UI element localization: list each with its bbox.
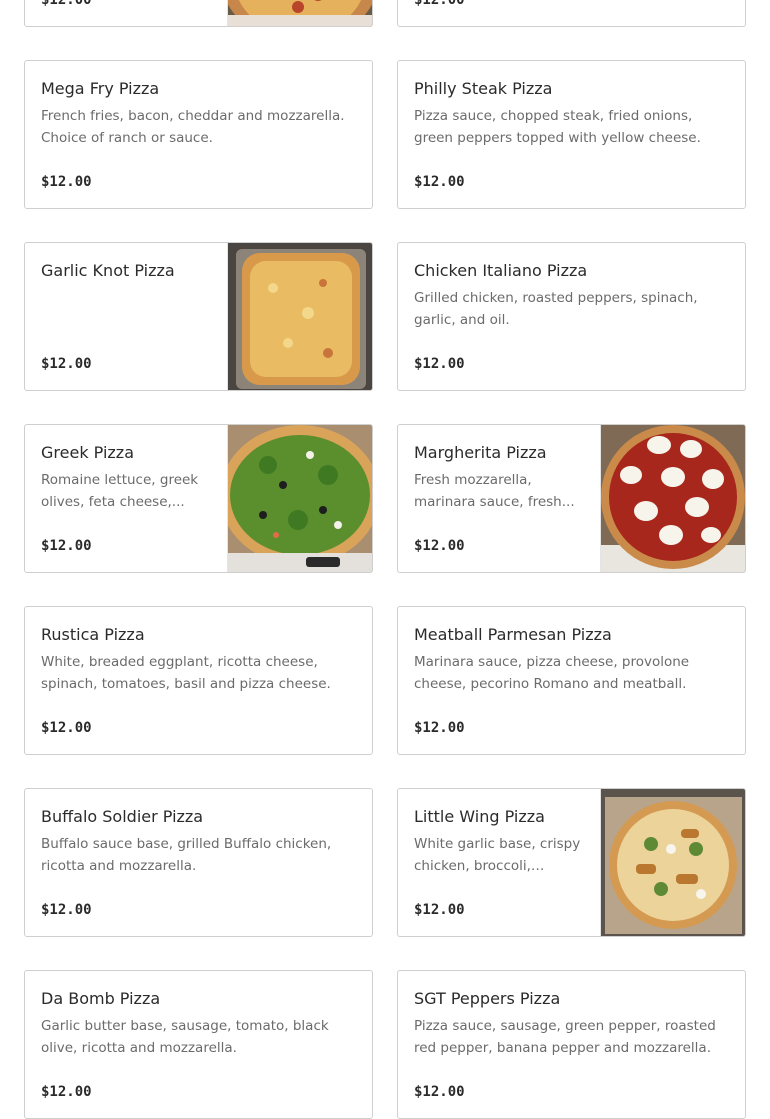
menu-item-description: White, breaded eggplant, ricotta cheese,… [41, 654, 331, 692]
menu-item-price: $12.00 [41, 0, 92, 8]
menu-item-name: SGT Peppers Pizza [414, 989, 561, 1008]
menu-item-card[interactable]: $12.00 [24, 0, 373, 27]
little-wing-pizza-photo [600, 789, 745, 936]
menu-item-description: Pizza sauce, chopped steak, fried onions… [414, 108, 701, 146]
menu-item-price: $12.00 [41, 356, 92, 372]
menu-item-price: $12.00 [414, 0, 465, 8]
menu-item-card[interactable]: Little Wing Pizza White garlic base, cri… [397, 788, 746, 937]
margherita-pizza-photo [600, 425, 745, 572]
menu-item-price: $12.00 [414, 356, 465, 372]
menu-item-price: $12.00 [41, 902, 92, 918]
menu-item-card[interactable]: $12.00 [397, 0, 746, 27]
menu-item-price: $12.00 [414, 174, 465, 190]
menu-item-name: Da Bomb Pizza [41, 989, 161, 1008]
menu-item-price: $12.00 [41, 720, 92, 736]
menu-item-name: Garlic Knot Pizza [41, 261, 175, 280]
menu-item-description: Buffalo sauce base, grilled Buffalo chic… [41, 836, 332, 874]
menu-item-card[interactable]: Chicken Italiano Pizza Grilled chicken, … [397, 242, 746, 391]
menu-item-name: Meatball Parmesan Pizza [414, 625, 612, 644]
menu-item-card[interactable]: Rustica Pizza White, breaded eggplant, r… [24, 606, 373, 755]
menu-item-price: $12.00 [414, 902, 465, 918]
menu-item-description: Grilled chicken, roasted peppers, spinac… [414, 290, 698, 328]
menu-item-name: Greek Pizza [41, 443, 135, 462]
menu-item-card[interactable]: Mega Fry Pizza French fries, bacon, ched… [24, 60, 373, 209]
menu-item-name: Rustica Pizza [41, 625, 145, 644]
menu-item-card[interactable]: Da Bomb Pizza Garlic butter base, sausag… [24, 970, 373, 1119]
menu-item-name: Mega Fry Pizza [41, 79, 160, 98]
menu-item-description: French fries, bacon, cheddar and mozzare… [41, 108, 345, 146]
menu-item-price: $12.00 [41, 538, 92, 554]
menu-item-price: $12.00 [41, 1084, 92, 1100]
garlic-knot-pizza-photo [227, 243, 372, 390]
menu-item-price: $12.00 [41, 174, 92, 190]
menu-item-description: Romaine lettuce, greek olives, feta chee… [41, 472, 199, 510]
menu-item-description: Marinara sauce, pizza cheese, provolone … [414, 654, 690, 692]
menu-item-description: Garlic butter base, sausage, tomato, bla… [41, 1018, 329, 1056]
menu-item-card[interactable]: Buffalo Soldier Pizza Buffalo sauce base… [24, 788, 373, 937]
menu-item-card[interactable]: Philly Steak Pizza Pizza sauce, chopped … [397, 60, 746, 209]
menu-item-name: Philly Steak Pizza [414, 79, 553, 98]
menu-item-card[interactable]: Meatball Parmesan Pizza Marinara sauce, … [397, 606, 746, 755]
menu-item-price: $12.00 [414, 1084, 465, 1100]
menu-item-name: Little Wing Pizza [414, 807, 545, 826]
menu-item-description: Fresh mozzarella, marinara sauce, fresh.… [414, 472, 575, 510]
menu-item-price: $12.00 [414, 538, 465, 554]
greek-pizza-photo [227, 425, 372, 572]
menu-item-card[interactable]: Greek Pizza Romaine lettuce, greek olive… [24, 424, 373, 573]
menu-item-name: Buffalo Soldier Pizza [41, 807, 204, 826]
menu-item-description: Pizza sauce, sausage, green pepper, roas… [414, 1018, 716, 1056]
menu-item-card[interactable]: SGT Peppers Pizza Pizza sauce, sausage, … [397, 970, 746, 1119]
menu-item-card[interactable]: Garlic Knot Pizza $12.00 [24, 242, 373, 391]
menu-item-card[interactable]: Margherita Pizza Fresh mozzarella, marin… [397, 424, 746, 573]
menu-item-grid: $12.00 $12.00 Mega Fry Pizza French frie… [24, 0, 746, 1119]
menu-item-description [41, 287, 211, 331]
pizza-photo [227, 0, 372, 26]
menu-item-name: Chicken Italiano Pizza [414, 261, 588, 280]
menu-item-description: White garlic base, crispy chicken, brocc… [414, 836, 581, 874]
menu-item-price: $12.00 [414, 720, 465, 736]
menu-item-name: Margherita Pizza [414, 443, 547, 462]
